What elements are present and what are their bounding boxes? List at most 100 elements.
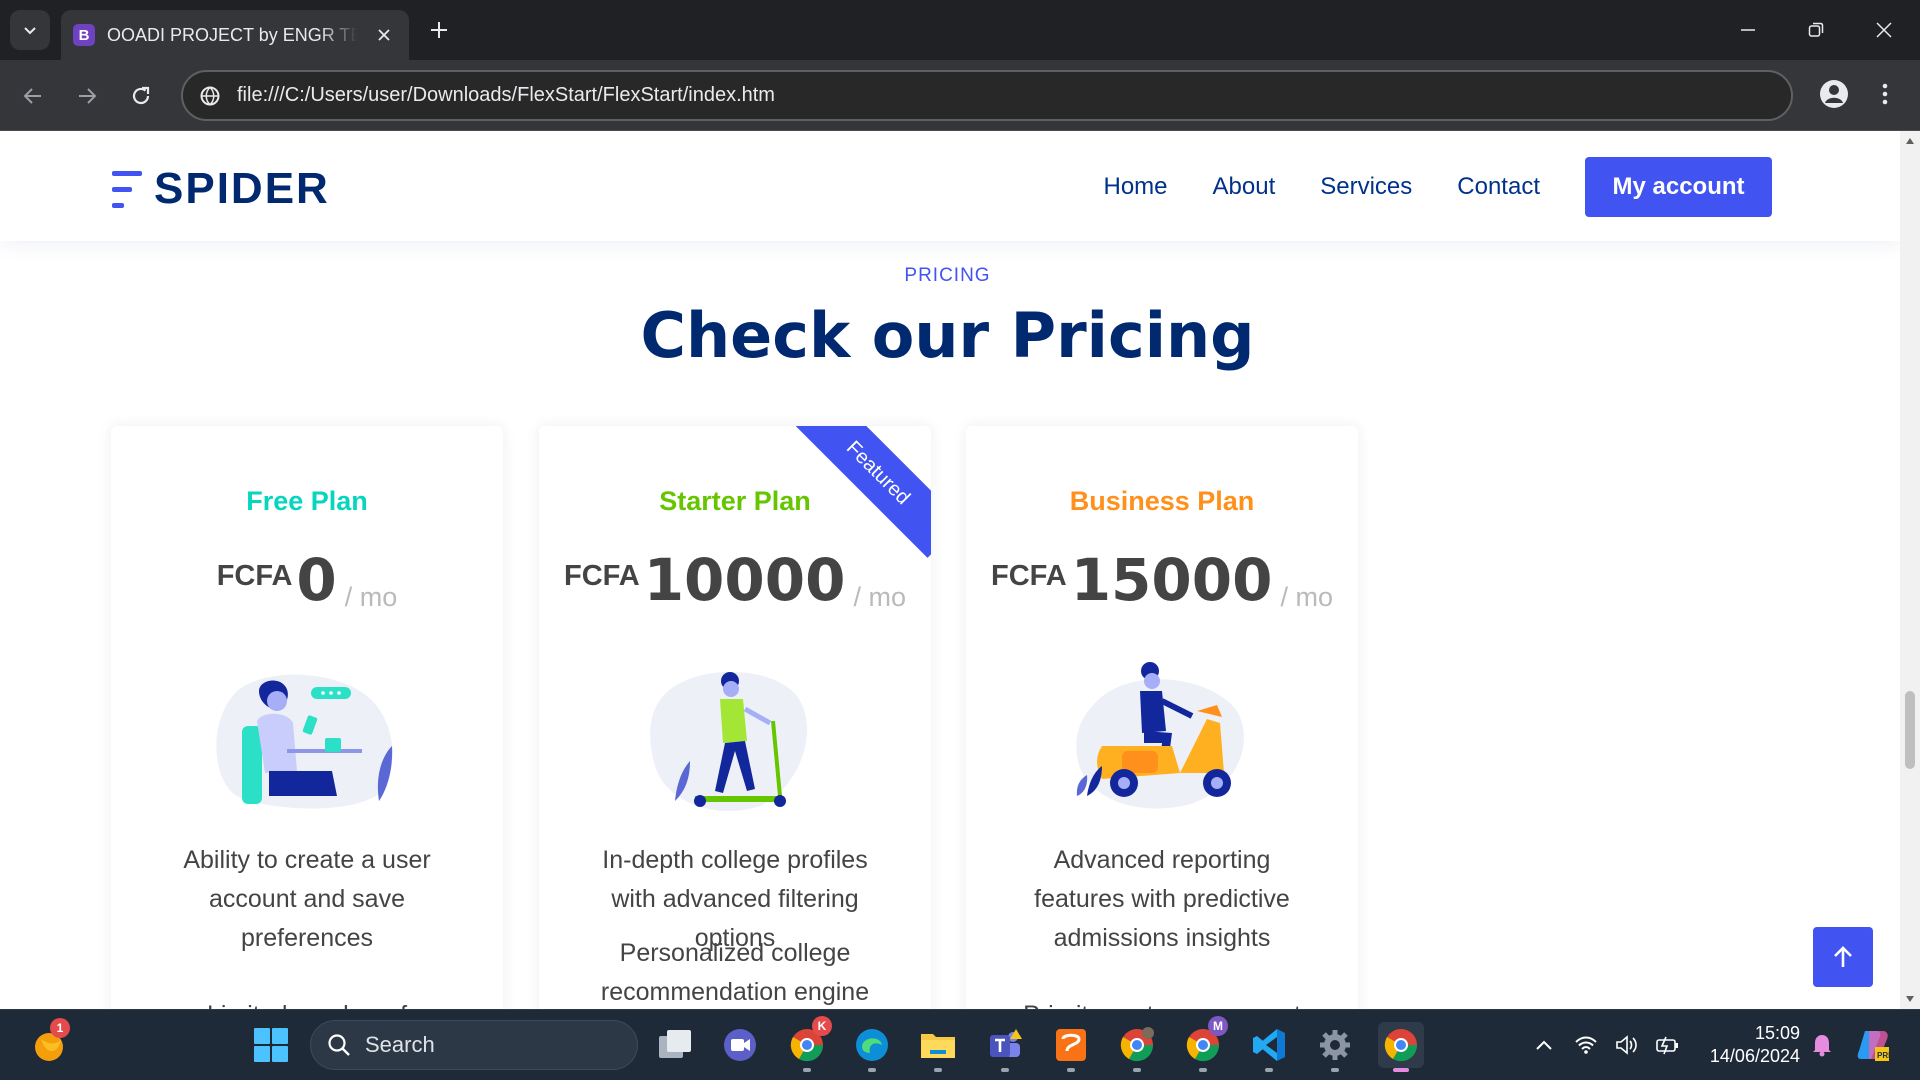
back-button[interactable] [13, 76, 53, 116]
browser-tab[interactable]: B OOADI PROJECT by ENGR TEKO [61, 10, 409, 60]
wifi-button[interactable] [1570, 1022, 1602, 1068]
logo-mark-icon [110, 169, 142, 209]
section-tag: PRICING [904, 265, 991, 286]
svg-text:PRE: PRE [1877, 1051, 1891, 1060]
volume-icon [1616, 1035, 1637, 1055]
browser-menu-button[interactable] [1870, 76, 1900, 112]
start-button[interactable] [248, 1022, 294, 1068]
nav-link-contact[interactable]: Contact [1457, 173, 1540, 201]
tab-close-button[interactable] [371, 22, 397, 48]
copilot-button[interactable]: PRE [1850, 1022, 1896, 1068]
file-explorer-button[interactable] [915, 1022, 961, 1072]
teams-button[interactable] [982, 1022, 1028, 1072]
scooter-rider-illustration [650, 671, 808, 812]
price: FCFA 15000 / mo [966, 546, 1358, 614]
plan-name: Starter Plan [659, 486, 811, 516]
vscode-button[interactable] [1246, 1022, 1292, 1072]
wifi-icon [1575, 1036, 1597, 1054]
scroll-down-arrow-icon[interactable] [1905, 994, 1915, 1004]
forward-button[interactable] [67, 76, 107, 116]
browser-toolbar: file:///C:/Users/user/Downloads/FlexStar… [0, 60, 1920, 131]
chrome-profile-m-button[interactable]: M [1180, 1016, 1228, 1072]
close-window-icon [1876, 22, 1892, 38]
feature-item: Ability to create a user account and sav… [183, 846, 431, 952]
volume-button[interactable] [1611, 1022, 1643, 1068]
taskbar-search[interactable]: Search [310, 1020, 638, 1070]
clock-time: 15:09 [1754, 1023, 1800, 1043]
widgets-button[interactable]: 1 [26, 1018, 72, 1068]
profile-k-badge-icon: K [812, 1016, 832, 1036]
vscode-icon [1253, 1029, 1285, 1061]
file-explorer-icon [921, 1034, 955, 1058]
site-logo[interactable]: SPIDER [110, 164, 330, 214]
price-period: / mo [853, 582, 907, 612]
plan-name: Free Plan [246, 486, 368, 516]
main-nav: Home About Services Contact My account [1104, 157, 1772, 217]
notification-bell-icon [1813, 1035, 1831, 1057]
pricing-card-free: Free Plan FCFA 0 / mo Ability to create … [111, 426, 503, 1009]
nav-link-services[interactable]: Services [1320, 173, 1412, 201]
plan-name: Business Plan [1069, 486, 1255, 516]
system-clock[interactable]: 15:09 14/06/2024 [1700, 1022, 1800, 1068]
price-period: / mo [344, 582, 398, 612]
notifications-button[interactable] [1806, 1022, 1838, 1068]
price-amount: 0 [296, 546, 337, 614]
task-view-icon [659, 1030, 691, 1058]
price-currency: FCFA [990, 560, 1067, 592]
profile-button[interactable] [1816, 76, 1852, 112]
chrome-profile-photo-button[interactable] [1114, 1022, 1160, 1072]
restore-icon [1808, 22, 1824, 37]
nav-link-about[interactable]: About [1213, 173, 1276, 201]
windows-taskbar: 1 Search K M 15:09 14/06/2024 PRE [0, 1009, 1920, 1080]
search-icon [328, 1034, 350, 1056]
forward-icon [79, 88, 97, 104]
site-info-icon[interactable] [197, 83, 223, 109]
feature-item: Limited number of [151, 996, 463, 1009]
logo-text: SPIDER [154, 164, 330, 213]
pricing-card-starter: Featured Starter Plan FCFA 10000 / mo In… [539, 426, 931, 1009]
feature-item: Personalized college recommendation engi… [600, 939, 870, 1006]
scroll-thumb[interactable] [1905, 691, 1915, 769]
browser-tab-bar: B OOADI PROJECT by ENGR TEKO [0, 0, 1920, 60]
minimize-button[interactable] [1725, 10, 1771, 50]
meet-icon [724, 1029, 756, 1061]
scroll-up-arrow-icon[interactable] [1905, 136, 1915, 146]
price-period: / mo [1280, 582, 1334, 612]
chrome-profile-k-button[interactable]: K [784, 1016, 832, 1072]
pricing-card-business: Business Plan FCFA 15000 / mo Advanced r… [966, 426, 1358, 1009]
close-icon [378, 29, 390, 41]
teams-icon [990, 1029, 1022, 1057]
reload-button[interactable] [121, 76, 161, 116]
battery-button[interactable] [1652, 1022, 1684, 1068]
section-title: Check our Pricing [640, 299, 1255, 372]
chrome-icon [1384, 1029, 1418, 1062]
restore-button[interactable] [1793, 10, 1839, 50]
plus-icon [431, 22, 447, 38]
page-scrollbar[interactable] [1900, 131, 1920, 1009]
address-bar[interactable]: file:///C:/Users/user/Downloads/FlexStar… [181, 70, 1793, 121]
price-amount: 10000 [643, 546, 846, 614]
tray-overflow-button[interactable] [1521, 1022, 1567, 1068]
settings-icon [1320, 1030, 1350, 1060]
copilot-icon: PRE [1857, 1031, 1891, 1061]
back-to-top-button[interactable] [1813, 927, 1873, 987]
pdf-app-button[interactable] [1048, 1022, 1094, 1072]
arrow-up-icon [1834, 946, 1852, 967]
meet-button[interactable] [717, 1022, 763, 1068]
reload-icon [132, 86, 150, 105]
my-account-button[interactable]: My account [1585, 157, 1772, 217]
edge-button[interactable] [849, 1022, 895, 1072]
pdf-app-icon [1056, 1029, 1086, 1061]
close-window-button[interactable] [1861, 10, 1907, 50]
tab-title: OOADI PROJECT by ENGR TEKO [107, 24, 357, 45]
nav-link-home[interactable]: Home [1104, 173, 1168, 201]
task-view-button[interactable] [652, 1022, 698, 1068]
chrome-button-active[interactable] [1378, 1022, 1424, 1072]
price-currency: FCFA [216, 560, 293, 592]
settings-button[interactable] [1312, 1022, 1358, 1072]
start-icon [254, 1028, 288, 1062]
feature-item: Priority customer support [1006, 996, 1318, 1009]
new-tab-button[interactable] [423, 14, 455, 46]
site-header: SPIDER Home About Services Contact My ac… [0, 131, 1900, 241]
tab-search-button[interactable] [10, 10, 50, 50]
